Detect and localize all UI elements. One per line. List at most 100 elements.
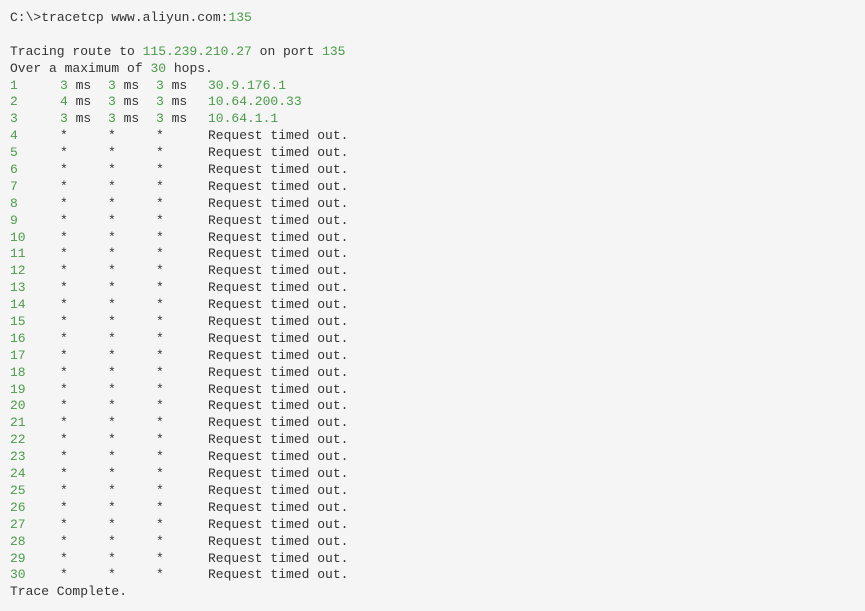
- hop-time-col: *: [60, 483, 108, 500]
- hop-result: Request timed out.: [208, 162, 348, 179]
- hop-time-col: *: [60, 246, 108, 263]
- hop-result: Request timed out.: [208, 213, 348, 230]
- hop-number: 26: [10, 500, 60, 517]
- hop-result: Request timed out.: [208, 517, 348, 534]
- hop-time-col: *: [108, 432, 156, 449]
- hop-time-unit: ms: [116, 94, 139, 109]
- hop-number: 6: [10, 162, 60, 179]
- tracing-line: Tracing route to 115.239.210.27 on port …: [10, 44, 855, 61]
- hop-time-col: *: [156, 365, 204, 382]
- hop-time-col: 3 ms: [156, 111, 204, 128]
- hop-result: Request timed out.: [208, 415, 348, 432]
- hop-result: Request timed out.: [208, 466, 348, 483]
- hop-time-col: *: [156, 280, 204, 297]
- hop-time-col: *: [156, 263, 204, 280]
- hop-time-col: *: [108, 314, 156, 331]
- hop-time-col: *: [108, 179, 156, 196]
- hop-time-value: 4: [60, 94, 68, 109]
- hop-time-col: *: [156, 179, 204, 196]
- hop-result: Request timed out.: [208, 331, 348, 348]
- hop-time-unit: ms: [116, 111, 139, 126]
- hop-row: 29***Request timed out.: [10, 551, 855, 568]
- hop-number: 11: [10, 246, 60, 263]
- hop-time-value: 3: [156, 94, 164, 109]
- hop-result: 10.64.200.33: [208, 94, 302, 111]
- hop-time-col: 3 ms: [156, 78, 204, 95]
- hop-number: 14: [10, 297, 60, 314]
- hop-number: 23: [10, 449, 60, 466]
- hop-time-col: *: [156, 466, 204, 483]
- hop-row: 10***Request timed out.: [10, 230, 855, 247]
- hop-time-col: *: [60, 230, 108, 247]
- hop-time-col: 3 ms: [60, 78, 108, 95]
- hop-number: 7: [10, 179, 60, 196]
- hop-time-col: *: [60, 551, 108, 568]
- hop-time-value: 3: [156, 111, 164, 126]
- hop-number: 10: [10, 230, 60, 247]
- hop-time-col: *: [156, 162, 204, 179]
- trace-complete: Trace Complete.: [10, 584, 855, 601]
- hop-result: 10.64.1.1: [208, 111, 278, 128]
- maxhops-suffix: hops.: [166, 61, 213, 76]
- hop-result: Request timed out.: [208, 500, 348, 517]
- hop-time-col: *: [156, 348, 204, 365]
- hop-number: 4: [10, 128, 60, 145]
- hop-row: 25***Request timed out.: [10, 483, 855, 500]
- hop-time-col: *: [156, 517, 204, 534]
- hop-time-col: *: [60, 162, 108, 179]
- hop-time-col: *: [108, 145, 156, 162]
- hop-time-col: *: [108, 415, 156, 432]
- hop-time-col: *: [108, 280, 156, 297]
- hop-time-value: 3: [60, 111, 68, 126]
- hop-time-col: *: [108, 365, 156, 382]
- hop-number: 13: [10, 280, 60, 297]
- hop-time-col: *: [108, 162, 156, 179]
- hop-time-col: *: [60, 179, 108, 196]
- hop-number: 1: [10, 78, 60, 95]
- hop-row: 8***Request timed out.: [10, 196, 855, 213]
- hop-time-col: *: [156, 449, 204, 466]
- hop-row: 21***Request timed out.: [10, 415, 855, 432]
- hop-result: 30.9.176.1: [208, 78, 286, 95]
- hop-number: 16: [10, 331, 60, 348]
- hop-result: Request timed out.: [208, 551, 348, 568]
- tracing-ip: 115.239.210.27: [143, 44, 252, 59]
- hop-result: Request timed out.: [208, 567, 348, 584]
- hop-time-col: *: [156, 331, 204, 348]
- hop-time-value: 3: [108, 111, 116, 126]
- hop-time-col: 4 ms: [60, 94, 108, 111]
- hop-time-col: *: [108, 128, 156, 145]
- hop-row: 24 ms3 ms3 ms10.64.200.33: [10, 94, 855, 111]
- hop-row: 13***Request timed out.: [10, 280, 855, 297]
- hop-row: 19***Request timed out.: [10, 382, 855, 399]
- hop-time-col: *: [156, 398, 204, 415]
- hop-result: Request timed out.: [208, 398, 348, 415]
- hop-time-col: *: [60, 263, 108, 280]
- hop-number: 17: [10, 348, 60, 365]
- hop-number: 30: [10, 567, 60, 584]
- hop-time-col: *: [156, 128, 204, 145]
- hop-time-col: *: [108, 382, 156, 399]
- hop-number: 21: [10, 415, 60, 432]
- hop-time-col: *: [60, 398, 108, 415]
- hop-time-col: 3 ms: [108, 78, 156, 95]
- blank-line: [10, 27, 855, 44]
- hop-time-unit: ms: [68, 111, 91, 126]
- hop-time-col: *: [108, 331, 156, 348]
- hop-time-col: *: [108, 213, 156, 230]
- hop-time-value: 3: [156, 78, 164, 93]
- hop-row: 12***Request timed out.: [10, 263, 855, 280]
- hop-time-col: *: [60, 365, 108, 382]
- hop-number: 2: [10, 94, 60, 111]
- hop-row: 30***Request timed out.: [10, 567, 855, 584]
- hop-number: 20: [10, 398, 60, 415]
- hop-row: 4***Request timed out.: [10, 128, 855, 145]
- hop-time-col: *: [108, 263, 156, 280]
- hop-time-col: *: [60, 432, 108, 449]
- hop-time-col: *: [156, 246, 204, 263]
- hop-number: 28: [10, 534, 60, 551]
- hop-time-col: *: [60, 415, 108, 432]
- hop-time-col: *: [156, 314, 204, 331]
- hop-number: 29: [10, 551, 60, 568]
- hop-time-col: *: [108, 449, 156, 466]
